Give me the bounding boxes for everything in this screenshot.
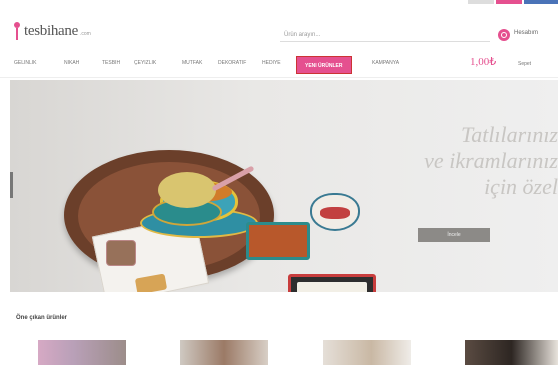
brand-sub: .com [79, 31, 91, 37]
site-logo[interactable]: tesbihane .com [12, 22, 91, 40]
product-thumb[interactable] [38, 340, 126, 365]
top-strip [468, 0, 558, 8]
product-thumb[interactable] [465, 340, 558, 365]
featured-products-title: Öne çıkan ürünler [16, 315, 68, 321]
main-nav: Gelinlik Nikah Tesbih Çeyizlik Mutfak De… [0, 52, 558, 78]
hero-lokum-box-image [288, 274, 376, 292]
account-link[interactable]: Hesabım [514, 30, 538, 36]
nav-item-tesbih[interactable]: Tesbih [102, 60, 120, 66]
search-input[interactable]: Ürün arayın... [280, 28, 490, 42]
hero-small-cup-image [310, 193, 360, 231]
hero-headline-line: Tatlılarınız [460, 122, 558, 147]
product-list [0, 340, 558, 365]
hero-headline-line: için özel [484, 174, 558, 199]
nav-item-nikah[interactable]: Nikah [64, 60, 79, 66]
hero-prev-arrow[interactable] [10, 172, 13, 198]
nav-item-ceyizlik[interactable]: Çeyizlik [134, 60, 156, 66]
hero-banner[interactable]: Tatlılarınız ve ikramlarınız için özel İ… [10, 80, 558, 292]
top-strip-link[interactable] [468, 0, 494, 4]
product-thumb[interactable] [323, 340, 411, 365]
product-thumb[interactable] [180, 340, 268, 365]
hero-cta-button[interactable]: İncele [418, 228, 490, 242]
hero-stack-cup-image [158, 172, 216, 208]
hero-headline: Tatlılarınız ve ikramlarınız için özel [390, 122, 558, 200]
nav-item-dekoratif[interactable]: Dekoratif [218, 60, 246, 66]
page: tesbihane .com Ürün arayın... Hesabım Ge… [0, 0, 558, 365]
hero-headline-line: ve ikramlarınız [424, 148, 558, 173]
top-strip-link[interactable] [524, 0, 558, 4]
cart-total[interactable]: 1,00₺ [470, 55, 496, 68]
nav-item-mutfak[interactable]: Mutfak [182, 60, 202, 66]
tulip-logo-icon [12, 22, 22, 40]
cart-link[interactable]: Sepet [518, 61, 531, 67]
search-button[interactable] [498, 29, 510, 41]
hero-sweet-box-image [246, 222, 310, 260]
nav-item-hediye[interactable]: Hediye [262, 60, 281, 66]
nav-item-gelinlik[interactable]: Gelinlik [14, 60, 37, 66]
nav-item-kampanya[interactable]: Kampanya [372, 60, 399, 66]
brand-name: tesbihane [24, 23, 78, 39]
site-header: tesbihane .com Ürün arayın... Hesabım [0, 14, 558, 54]
top-strip-link[interactable] [496, 0, 522, 4]
nav-item-yeni-urunler[interactable]: Yeni Ürünler [296, 56, 352, 74]
hero-glass-image [106, 240, 136, 266]
